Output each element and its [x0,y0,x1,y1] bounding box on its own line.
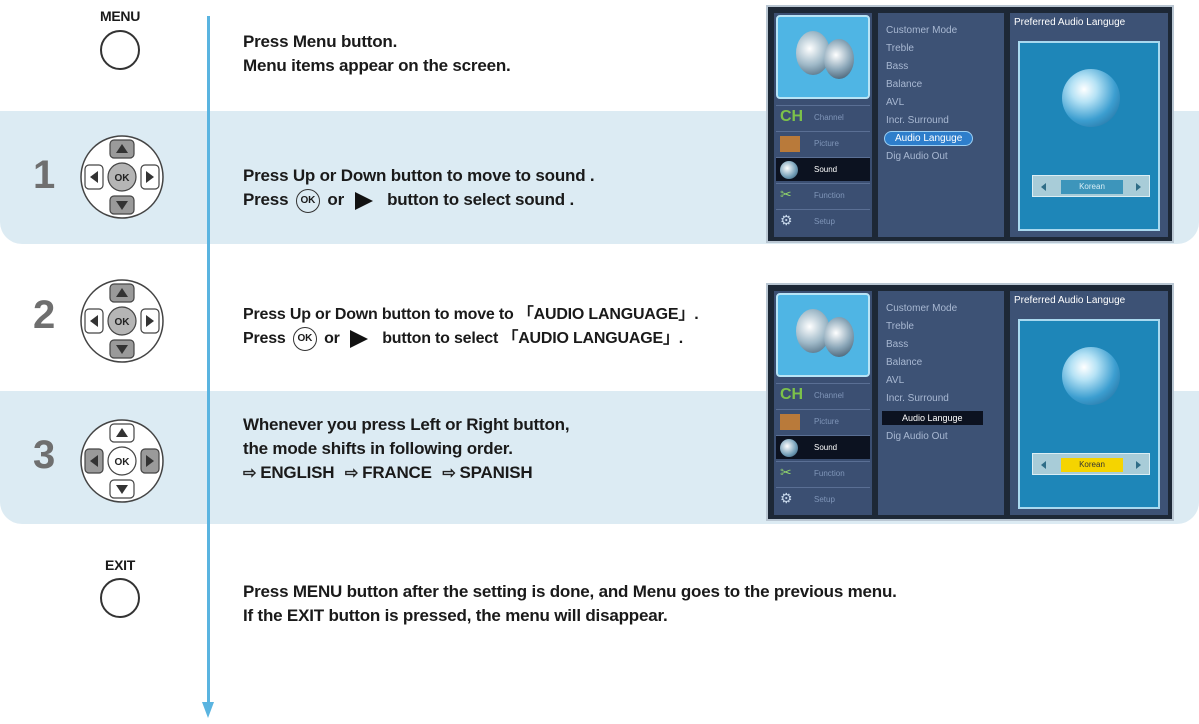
osd-category-picture: Picture [776,409,870,433]
mode-arrow-icon: ⇨ [243,465,257,482]
osd-menu-item: Customer Mode [886,303,958,314]
dpad-icon: OK [79,278,165,364]
setup-icon: ⚙ [780,490,793,506]
mode-order: ⇨ ENGLISH ⇨ FRANCE ⇨ SPANISH [243,461,569,485]
osd-screenshot-audio-language: CH Channel Picture Sound ✂ Function ⚙ Se… [766,283,1174,521]
step-number-3: 3 [33,433,56,477]
exit-button-icon [100,578,140,618]
osd-menu-item: Customer Mode [886,25,958,36]
osd-sound-menu-list: Customer Mode Treble Bass Balance AVL In… [878,291,1004,515]
step-number-1: 1 [33,153,56,197]
osd-category-function: ✂ Function [776,183,870,207]
osd-language-selector: Korean [1032,453,1150,475]
osd-menu-item: Treble [886,43,914,54]
osd-language-selector: Korean [1032,175,1150,197]
osd-category-column: CH Channel Picture Sound ✂ Function ⚙ Se… [774,13,872,237]
intro-text: Press Menu button. Menu items appear on … [243,30,511,78]
outro-line-2: If the EXIT button is pressed, the menu … [243,606,668,625]
flow-arrow-icon [202,702,214,718]
step-2-line-1: Press Up or Down button to move to 「AUDI… [243,306,699,323]
mode-arrow-icon: ⇨ [344,465,359,482]
ok-button-icon: OK [295,188,320,213]
osd-category-channel: CH Channel [776,105,870,129]
channel-icon: CH [780,386,804,403]
osd-menu-item: Balance [886,357,923,368]
osd-menu-item-selected: Audio Languge [882,411,983,425]
osd-menu-item: Bass [886,61,909,72]
dpad-icon: OK [79,134,165,220]
step-2-text: Press Up or Down button to move to 「AUDI… [243,303,699,351]
osd-category-setup: ⚙ Setup [776,209,870,233]
dpad-icon: OK [79,418,165,504]
dpad-ok-label: OK [115,173,131,184]
step-3-text: Whenever you press Left or Right button,… [243,413,570,485]
osd-menu-item-selected: Audio Languge [884,131,974,146]
osd-menu-item: Treble [886,321,914,332]
globe-icon [1062,69,1120,127]
function-icon: ✂ [780,186,792,202]
osd-category-function: ✂ Function [776,461,870,485]
globe-icon [1062,347,1120,405]
ok-button-icon: OK [292,327,317,351]
osd-panel-title: Preferred Audio Languge [1014,17,1126,28]
osd-category-sound: Sound [776,435,870,459]
right-arrow-icon [1136,183,1141,191]
osd-category-column: CH Channel Picture Sound ✂ Function ⚙ Se… [774,291,872,515]
osd-language-panel: Preferred Audio Languge Korean [1010,291,1168,515]
dpad-ok-label: OK [115,457,131,468]
picture-icon [780,136,800,152]
step-2-line-2: Press OK or button to select 「AUDIO LANG… [243,327,698,351]
osd-language-panel: Preferred Audio Languge Korean [1010,13,1168,237]
osd-menu-item: Balance [886,79,923,90]
speaker-icon [776,293,870,377]
speaker-icon [776,15,870,99]
osd-panel-title: Preferred Audio Languge [1014,295,1126,306]
osd-menu-item: Incr. Surround [886,115,949,126]
right-arrow-icon [1136,461,1141,469]
speaker-icon [780,439,798,457]
osd-sound-menu-list: Customer Mode Treble Bass Balance AVL In… [878,13,1004,237]
left-arrow-icon [1041,461,1046,469]
step-3-line-2: the mode shifts in following order. [243,439,513,458]
mode-english: ENGLISH [260,463,335,482]
osd-category-channel: CH Channel [776,383,870,407]
dpad-ok-label: OK [115,317,131,328]
right-triangle-icon [354,191,373,210]
step-1-text: Press Up or Down button to move to sound… [243,164,595,213]
speaker-icon [780,161,798,179]
outro-text: Press MENU button after the setting is d… [243,580,897,628]
right-triangle-icon [349,330,368,348]
menu-button-icon [100,30,140,70]
osd-menu-item: AVL [886,97,905,108]
osd-menu-item: AVL [886,375,905,386]
osd-menu-item: Dig Audio Out [886,431,948,442]
channel-icon: CH [780,108,804,125]
osd-category-sound: Sound [776,157,870,181]
osd-menu-item: Incr. Surround [886,393,949,404]
osd-language-value-highlighted: Korean [1061,458,1123,472]
function-icon: ✂ [780,464,792,480]
step-number-2: 2 [33,293,56,337]
picture-icon [780,414,800,430]
osd-category-picture: Picture [776,131,870,155]
mode-spanish: SPANISH [459,463,533,482]
intro-line-2: Menu items appear on the screen. [243,56,511,75]
osd-language-value: Korean [1061,180,1123,194]
flow-line [207,16,210,708]
intro-line-1: Press Menu button. [243,32,398,51]
step-3-line-1: Whenever you press Left or Right button, [243,415,570,434]
osd-screenshot-sound-menu: CH Channel Picture Sound ✂ Function ⚙ Se… [766,5,1174,243]
left-arrow-icon [1041,183,1046,191]
exit-button-caption: EXIT [105,557,135,573]
menu-button-caption: MENU [99,8,141,24]
osd-category-setup: ⚙ Setup [776,487,870,511]
step-1-line-2: Press OK or button to select sound . [243,188,594,213]
osd-menu-item: Bass [886,339,909,350]
mode-arrow-icon: ⇨ [442,465,456,482]
osd-menu-item: Dig Audio Out [886,151,948,162]
setup-icon: ⚙ [780,212,793,228]
outro-line-1: Press MENU button after the setting is d… [243,582,897,601]
mode-france: FRANCE [362,463,432,482]
step-1-line-1: Press Up or Down button to move to sound… [243,166,595,185]
